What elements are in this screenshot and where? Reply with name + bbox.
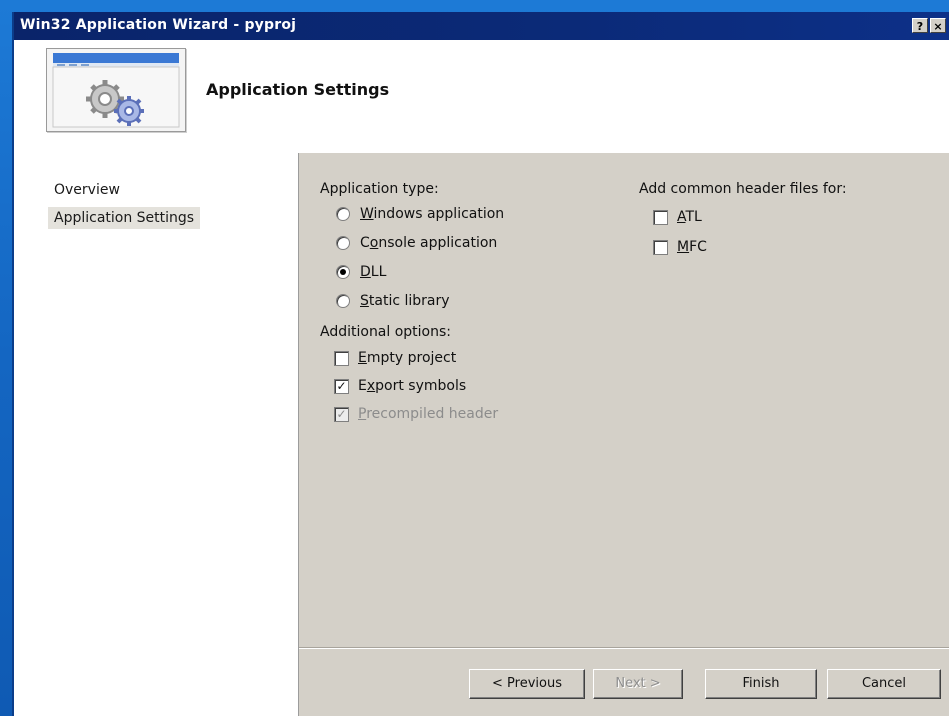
radio-console-application[interactable]: Console application: [336, 235, 497, 251]
help-button[interactable]: ?: [912, 18, 928, 33]
finish-button[interactable]: Finish: [705, 669, 817, 699]
check-atl[interactable]: ATL: [653, 209, 702, 225]
nav-item-overview[interactable]: Overview: [48, 179, 126, 201]
previous-button[interactable]: < Previous: [469, 669, 585, 699]
radio-button[interactable]: [336, 207, 350, 221]
wizard-window: Win32 Application Wizard - pyproj ? × Ap…: [14, 12, 949, 716]
checkbox-checked[interactable]: ✓: [334, 378, 349, 394]
title-bar[interactable]: Win32 Application Wizard - pyproj ? ×: [14, 12, 949, 40]
check-label-mfc: MFC: [677, 239, 707, 255]
footer-divider: [299, 647, 949, 649]
radio-button-selected[interactable]: [336, 265, 350, 279]
nav-item-application-settings[interactable]: Application Settings: [48, 207, 201, 229]
check-label-export-symbols: Export symbols: [358, 378, 467, 394]
wizard-header: Application Settings: [14, 40, 949, 154]
radio-button[interactable]: [336, 236, 350, 250]
next-button: Next >: [593, 669, 683, 699]
check-empty-project[interactable]: Empty project: [334, 350, 456, 366]
additional-options-label: Additional options:: [320, 324, 452, 340]
settings-panel: Application type: Windows application Co…: [299, 153, 949, 716]
radio-windows-application[interactable]: Windows application: [336, 206, 504, 222]
checkbox[interactable]: [653, 209, 668, 225]
cancel-button[interactable]: Cancel: [827, 669, 941, 699]
window-title: Win32 Application Wizard - pyproj: [20, 17, 297, 33]
check-precompiled-header: ✓ Precompiled header: [334, 406, 498, 422]
radio-label-dll: DLL: [360, 264, 387, 280]
gears-icon: [46, 48, 186, 132]
check-export-symbols[interactable]: ✓ Export symbols: [334, 378, 466, 394]
radio-static-library[interactable]: Static library: [336, 293, 450, 309]
radio-dll[interactable]: DLL: [336, 264, 386, 280]
radio-label-static: Static library: [360, 293, 450, 309]
check-label-precompiled-header: Precompiled header: [358, 406, 499, 422]
radio-button[interactable]: [336, 294, 350, 308]
wizard-nav: Overview Application Settings: [14, 153, 299, 716]
check-label-empty-project: Empty project: [358, 350, 457, 366]
checkbox-checked-disabled: ✓: [334, 406, 349, 422]
checkbox[interactable]: [653, 239, 668, 255]
application-type-label: Application type:: [320, 181, 439, 197]
check-mfc[interactable]: MFC: [653, 239, 707, 255]
common-headers-label: Add common header files for:: [639, 181, 847, 197]
radio-label-console: Console application: [360, 235, 498, 251]
radio-label-windows: Windows application: [360, 206, 505, 222]
close-button[interactable]: ×: [930, 18, 946, 33]
check-label-atl: ATL: [677, 209, 702, 225]
checkbox[interactable]: [334, 350, 349, 366]
page-title: Application Settings: [206, 80, 390, 99]
